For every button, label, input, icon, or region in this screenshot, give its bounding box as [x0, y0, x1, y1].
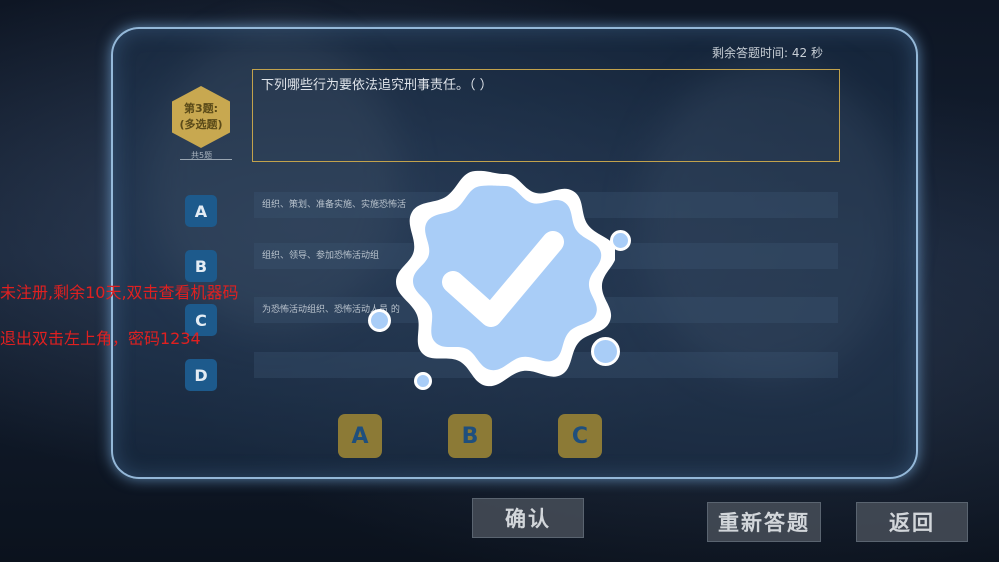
divider — [180, 159, 232, 160]
confirm-button[interactable]: 确认 — [472, 498, 584, 538]
question-box: 下列哪些行为要依法追究刑事责任。（ ） — [252, 69, 840, 162]
timer-display: 剩余答题时间: 42 秒 — [712, 44, 823, 61]
registration-notice[interactable]: 未注册,剩余10天,双击查看机器码 退出双击左上角，密码1234 — [0, 258, 239, 373]
question-text: 下列哪些行为要依法追究刑事责任。（ ） — [261, 78, 493, 93]
question-type: (多选题) — [179, 118, 223, 131]
option-a-button[interactable]: A — [185, 195, 217, 227]
timer-label: 剩余答题时间: — [712, 46, 789, 60]
sparkle-dot — [610, 230, 631, 251]
selected-answer-c[interactable]: C — [558, 414, 602, 458]
timer-value: 42 秒 — [791, 46, 823, 60]
selected-answer-a[interactable]: A — [338, 414, 382, 458]
registration-notice-line2: 退出双击左上角，密码1234 — [0, 329, 201, 348]
checkmark-badge-icon — [396, 170, 615, 387]
retry-button[interactable]: 重新答题 — [707, 502, 821, 542]
sparkle-dot — [368, 309, 391, 332]
back-button[interactable]: 返回 — [856, 502, 968, 542]
question-number: 第3题: — [183, 102, 219, 115]
selected-answer-b[interactable]: B — [448, 414, 492, 458]
registration-notice-line1: 未注册,剩余10天,双击查看机器码 — [0, 283, 239, 302]
sparkle-dot — [591, 337, 620, 366]
sparkle-dot — [414, 372, 432, 390]
